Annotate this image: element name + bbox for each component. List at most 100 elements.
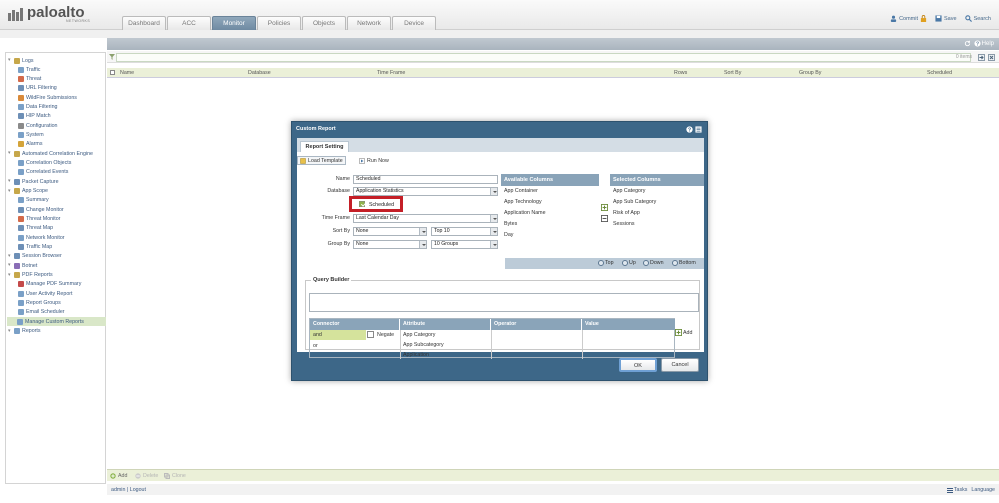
save-button[interactable]: Save [935,15,957,22]
sidebar-item-reports[interactable]: ▾ Reports [8,327,41,336]
clone-button[interactable]: Clone [164,473,186,479]
tab-acc[interactable]: ACC [167,16,211,30]
list-item[interactable]: Day [501,230,599,241]
sidebar-item-change-monitor[interactable]: Change Monitor [18,205,64,214]
col-time-frame[interactable]: Time Frame [377,70,405,76]
tab-policies[interactable]: Policies [257,16,301,30]
list-item[interactable]: Sessions [610,219,704,230]
tasks-link[interactable]: Tasks [946,487,967,493]
time-frame-select[interactable]: Last Calendar Day [353,214,498,223]
add-button[interactable]: Add [110,473,127,479]
query-input[interactable] [309,293,699,312]
sidebar-item-wildfire-submissions[interactable]: WildFire Submissions [18,93,77,102]
select-all-checkbox[interactable] [110,70,115,75]
refresh-icon[interactable] [964,40,971,47]
help-icon[interactable]: ? [686,126,693,133]
expand-toggle-icon[interactable]: ▾ [8,151,13,156]
sidebar-item-threat[interactable]: Threat [18,75,41,84]
name-input[interactable]: Scheduled [353,175,498,184]
tab-device[interactable]: Device [392,16,436,30]
sidebar-item-traffic-map[interactable]: Traffic Map [18,243,52,252]
list-item[interactable]: App Technology [501,197,599,208]
col-scheduled[interactable]: Scheduled [927,70,952,76]
sidebar-item-report-groups[interactable]: Report Groups [18,299,61,308]
expand-toggle-icon[interactable]: ▾ [8,179,13,184]
add-column-icon[interactable] [601,204,608,211]
expand-toggle-icon[interactable]: ▾ [8,328,13,334]
sidebar-item-network-monitor[interactable]: Network Monitor [18,233,65,242]
list-item[interactable]: App Sub Category [610,197,704,208]
sort-top-select[interactable]: Top 10 [431,227,498,236]
col-rows[interactable]: Rows [674,70,687,76]
sidebar-item-packet-capture[interactable]: ▾ Packet Capture [8,177,59,186]
col-database[interactable]: Database [248,70,271,76]
language-link[interactable]: Language [971,487,995,493]
connector-and[interactable]: and [310,330,366,340]
attribute-item[interactable]: App Category [400,330,435,340]
expand-toggle-icon[interactable]: ▾ [8,263,13,268]
ok-button[interactable]: OK [619,358,657,372]
move-top-button[interactable]: Top [598,260,614,266]
expand-toggle-icon[interactable]: ▾ [8,253,13,259]
sidebar-item-app-scope[interactable]: ▾ App Scope [8,187,48,196]
expand-toggle-icon[interactable]: ▾ [8,58,13,63]
sidebar-item-hip-match[interactable]: HIP Match [18,112,51,121]
sidebar-item-manage-pdf-summary[interactable]: Manage PDF Summary [18,280,81,289]
negate-checkbox[interactable] [367,331,374,338]
col-group-by[interactable]: Group By [799,70,821,76]
tab-dashboard[interactable]: Dashboard [122,16,166,30]
sidebar-item-alarms[interactable]: Alarms [18,140,42,149]
sidebar-item-threat-monitor[interactable]: Threat Monitor [18,215,60,224]
tab-network[interactable]: Network [347,16,391,30]
load-template-button[interactable]: Load Template [297,156,346,165]
connector-or[interactable]: or [310,341,318,351]
tab-monitor[interactable]: Monitor [212,16,256,30]
apply-filter-button[interactable] [978,54,985,61]
sidebar-item-correlated-events[interactable]: Correlated Events [18,168,68,177]
maximize-icon[interactable] [695,126,702,133]
sidebar-item-session-browser[interactable]: ▾ Session Browser [8,252,62,261]
sidebar-item-user-activity-report[interactable]: User Activity Report [18,289,73,298]
col-name[interactable]: Name [120,70,134,76]
logout-link[interactable]: Logout [130,487,146,493]
search-button[interactable]: Search [964,15,991,22]
expand-toggle-icon[interactable]: ▾ [8,272,13,278]
sidebar-item-summary[interactable]: Summary [18,196,49,205]
sidebar-item-manage-custom-reports[interactable]: Manage Custom Reports [7,317,106,327]
group-count-select[interactable]: 10 Groups [431,240,498,249]
filter-input[interactable] [116,53,971,62]
sidebar-item-pdf-reports[interactable]: ▾ PDF Reports [8,271,53,280]
sidebar-item-automated-correlation-engine[interactable]: ▾ Automated Correlation Engine [8,149,93,158]
sidebar-item-threat-map[interactable]: Threat Map [18,224,53,233]
group-by-select[interactable]: None [353,240,427,249]
list-item[interactable]: App Container [501,186,599,197]
sidebar-item-logs[interactable]: ▾ Logs [8,56,34,65]
list-item[interactable]: Bytes [501,219,599,230]
sidebar-item-system[interactable]: System [18,131,44,140]
delete-button[interactable]: Delete [135,473,158,479]
list-item[interactable]: Application Name [501,208,599,219]
run-now-button[interactable]: Run Now [357,156,391,165]
expand-toggle-icon[interactable]: ▾ [8,188,13,194]
move-up-button[interactable]: Up [622,260,636,266]
clear-filter-button[interactable] [988,54,995,61]
attribute-item[interactable]: Application [400,350,429,358]
help-link[interactable]: ? Help [974,40,994,47]
sidebar-item-configuration[interactable]: Configuration [18,121,58,130]
list-item[interactable]: Risk of App [610,208,704,219]
sidebar-item-email-scheduler[interactable]: Email Scheduler [18,308,65,317]
list-item[interactable]: App Category [610,186,704,197]
remove-column-icon[interactable] [601,215,608,222]
sidebar-item-data-filtering[interactable]: Data Filtering [18,103,58,112]
move-down-button[interactable]: Down [643,260,664,266]
sidebar-item-traffic[interactable]: Traffic [18,65,40,74]
sidebar-item-botnet[interactable]: ▾ Botnet [8,261,37,270]
commit-button[interactable]: Commit [890,15,927,22]
query-add-button[interactable]: Add [675,329,692,336]
cancel-button[interactable]: Cancel [661,358,699,372]
sidebar-item-url-filtering[interactable]: URL Filtering [18,84,57,93]
database-select[interactable]: Application Statistics [353,187,498,196]
attribute-item[interactable]: App Subcategory [400,340,444,350]
tab-objects[interactable]: Objects [302,16,346,30]
col-sort-by[interactable]: Sort By [724,70,741,76]
